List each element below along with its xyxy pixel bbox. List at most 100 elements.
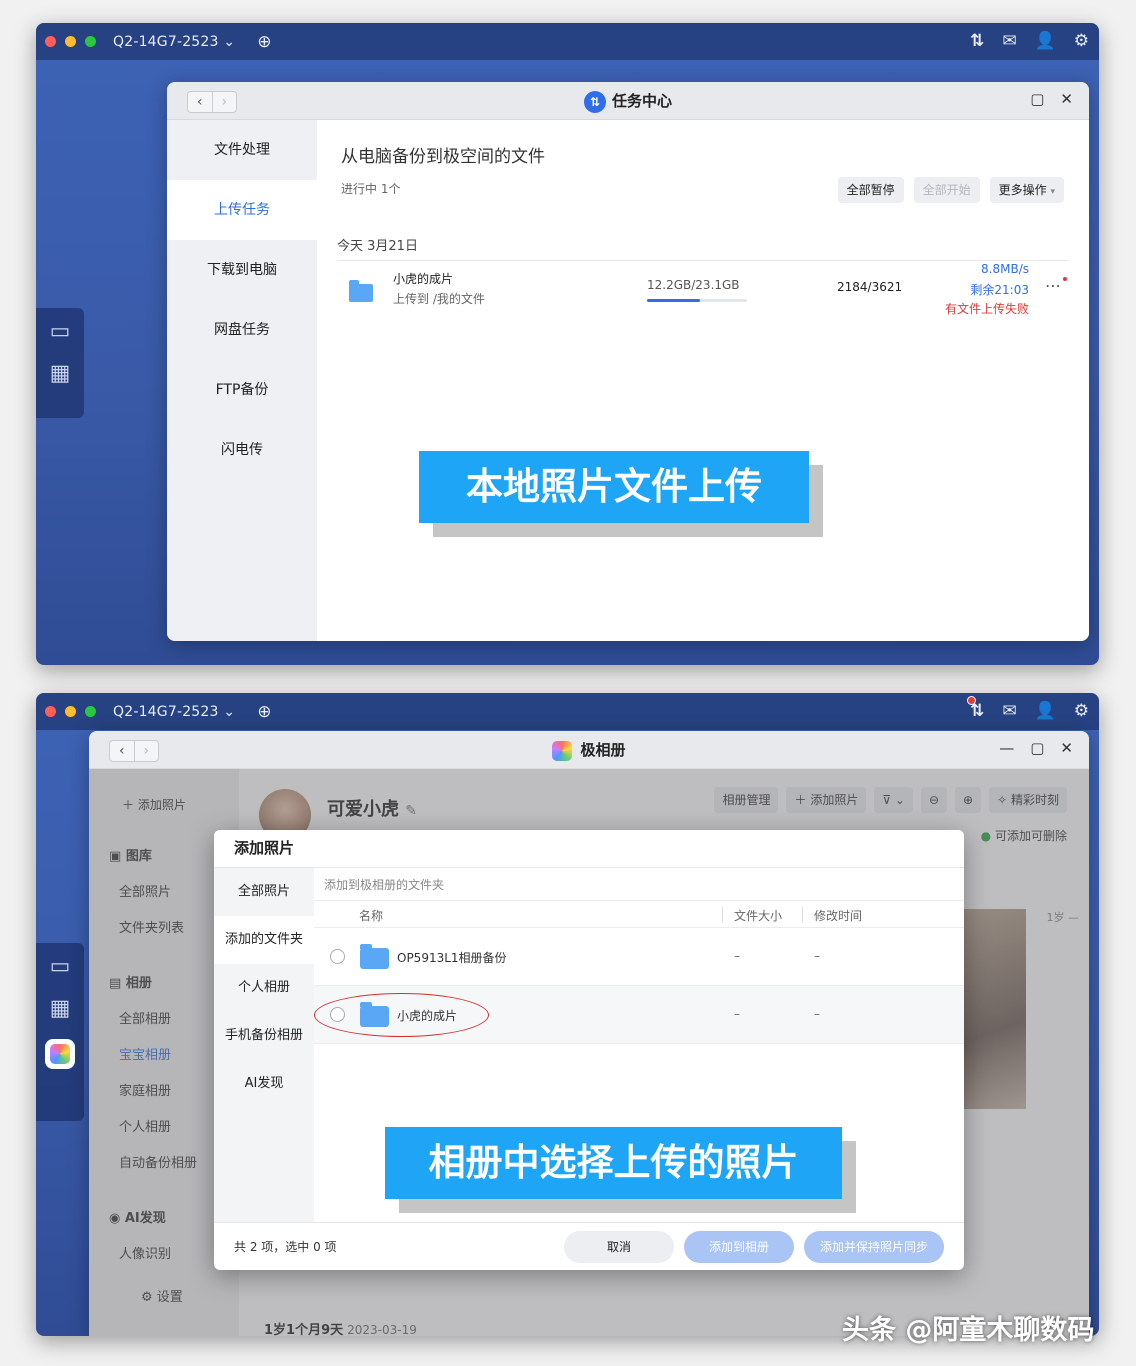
dialog-tab-ai[interactable]: AI发现 [214,1060,314,1108]
col-size[interactable]: 文件大小 [734,907,782,924]
action-buttons: 全部暂停 全部开始 更多操作 ▾ [837,177,1064,203]
drive-icon[interactable]: ▭ [46,320,74,344]
sidebar-item-face[interactable]: 人像识别 [119,1243,171,1262]
table-row[interactable]: OP5913L1相册备份 – – [314,928,964,986]
sidebar-item-folder-list[interactable]: 文件夹列表 [119,917,184,936]
system-topbar: Q2-14G7-2523 ⌄ ⊕ ⇅ ✉ 👤 ⚙ [36,693,1099,730]
row-radio[interactable] [330,949,345,964]
table-row[interactable]: 小虎的成片 – – [314,986,964,1044]
add-to-album-button[interactable]: 添加到相册 [684,1231,794,1263]
row-time: – [814,949,820,963]
sidebar-item-cloud-tasks[interactable]: 网盘任务 [167,300,317,360]
maximize-icon[interactable]: ▢ [1030,739,1044,757]
user-icon[interactable]: 👤 [1035,701,1056,721]
window-controls: — ▢ ✕ [999,739,1073,757]
edit-icon[interactable]: ✎ [405,803,417,819]
minimize-dot[interactable] [65,706,76,717]
globe-icon[interactable]: ⊕ [257,702,271,722]
status-hint: ● 可添加可删除 [981,827,1067,844]
col-name[interactable]: 名称 [359,907,383,924]
dialog-tab-phone-backup[interactable]: 手机备份相册 [214,1012,314,1060]
device-name[interactable]: Q2-14G7-2523 ⌄ [113,34,235,50]
device-name[interactable]: Q2-14G7-2523 ⌄ [113,704,235,720]
topbar-icons: ⇅ ✉ 👤 ⚙ [970,31,1089,51]
zoom-dot[interactable] [85,36,96,47]
settings-button[interactable]: ⚙ 设置 [141,1286,183,1305]
status-dot-icon: ● [980,829,992,843]
cancel-button[interactable]: 取消 [564,1231,674,1263]
message-icon[interactable]: ✉ [1002,31,1016,51]
more-icon[interactable]: ⋯ [1045,276,1061,295]
album-flower-icon [50,1044,70,1064]
date-group-label: 今天 3月21日 [337,239,418,254]
album-manage-button[interactable]: 相册管理 [714,787,779,813]
task-file-count: 2184/3621 [837,280,903,294]
sidebar-item-file-processing[interactable]: 文件处理 [167,120,317,180]
add-photo-button[interactable]: ＋ 添加照片 [122,796,186,813]
add-and-sync-button[interactable]: 添加并保持照片同步 [804,1231,944,1263]
drive-icon[interactable]: ▭ [46,955,74,979]
start-all-button[interactable]: 全部开始 [913,177,980,203]
toolbar-add-photo-button[interactable]: ＋ 添加照片 [786,787,867,813]
date-group-header: 1岁1个月9天 2023-03-19 [264,1319,417,1336]
sidebar-item-personal-album[interactable]: 个人相册 [119,1116,171,1135]
dialog-tab-personal-album[interactable]: 个人相册 [214,964,314,1012]
window-title: ⇅ 任务中心 [167,90,1089,113]
close-dot[interactable] [45,706,56,717]
caption-banner-1: 本地照片文件上传 [419,451,809,523]
sidebar-item-auto-backup[interactable]: 自动备份相册 [119,1152,197,1171]
globe-icon[interactable]: ⊕ [257,32,271,52]
col-separator [722,907,723,923]
close-icon[interactable]: ✕ [1060,90,1073,108]
maximize-icon[interactable]: ▢ [1030,90,1044,108]
window-title-text: 极相册 [580,741,626,759]
zoom-in-icon[interactable]: ⊕ [955,787,982,813]
dialog-tab-all-photos[interactable]: 全部照片 [214,868,314,916]
in-progress-count: 进行中 1个 [341,182,401,196]
upload-task-row[interactable]: 小虎的成片 上传到 /我的文件 12.2GB/23.1GB 2184/3621 … [337,262,1069,324]
more-actions-button[interactable]: 更多操作 ▾ [989,177,1064,203]
moments-button[interactable]: ✧ 精彩时刻 [989,787,1067,813]
add-photo-dialog: 添加照片 全部照片 添加的文件夹 个人相册 手机备份相册 AI发现 添加到极相册… [214,830,964,1270]
sidebar-item-all-photos[interactable]: 全部照片 [119,881,171,900]
col-time[interactable]: 修改时间 [814,907,862,924]
user-icon[interactable]: 👤 [1035,31,1056,51]
pause-all-button[interactable]: 全部暂停 [837,177,904,203]
dialog-caption: 添加到极相册的文件夹 [324,878,445,892]
photo-thumbnail[interactable] [964,909,1026,1109]
sidebar-item-upload-tasks[interactable]: 上传任务 [167,180,317,240]
sidebar-item-flash-transfer[interactable]: 闪电传 [167,420,317,480]
sidebar-item-baby-album[interactable]: 宝宝相册 [119,1044,171,1063]
sidebar-item-ftp-backup[interactable]: FTP备份 [167,360,317,420]
transfer-icon[interactable]: ⇅ [970,31,984,51]
watermark: 头条 @阿童木聊数码 [842,1315,1095,1346]
sidebar-item-all-albums[interactable]: 全部相册 [119,1008,171,1027]
photo-album-app-icon[interactable] [45,1039,75,1069]
album-icon: ▤ [109,976,122,991]
row-size: – [734,949,740,963]
table-header: 名称 文件大小 修改时间 [314,900,964,928]
gear-icon[interactable]: ⚙ [1074,701,1089,721]
task-error-message[interactable]: 有文件上传失败 [945,300,1029,317]
message-icon[interactable]: ✉ [1002,701,1016,721]
topbar-icons: ⇅ ✉ 👤 ⚙ [970,701,1089,721]
task-progress-fill [647,299,700,302]
close-dot[interactable] [45,36,56,47]
task-destination: 上传到 /我的文件 [393,292,485,306]
zoom-out-icon[interactable]: ⊖ [920,787,948,813]
ai-icon: ◉ [109,1211,121,1226]
minimize-icon[interactable]: — [999,739,1014,757]
close-icon[interactable]: ✕ [1060,739,1073,757]
task-name: 小虎的成片 [393,272,454,286]
apps-grid-icon[interactable]: ▦ [46,997,74,1021]
apps-grid-icon[interactable]: ▦ [46,362,74,386]
dialog-tab-added-folders[interactable]: 添加的文件夹 [214,916,314,964]
sidebar-item-family-album[interactable]: 家庭相册 [119,1080,171,1099]
divider [337,260,1069,261]
minimize-dot[interactable] [65,36,76,47]
sidebar-item-download[interactable]: 下载到电脑 [167,240,317,300]
filter-icon[interactable]: ⊽ ⌄ [874,787,913,813]
zoom-dot[interactable] [85,706,96,717]
gear-icon[interactable]: ⚙ [1074,31,1089,51]
selection-count: 共 2 项，选中 0 项 [234,1240,337,1254]
